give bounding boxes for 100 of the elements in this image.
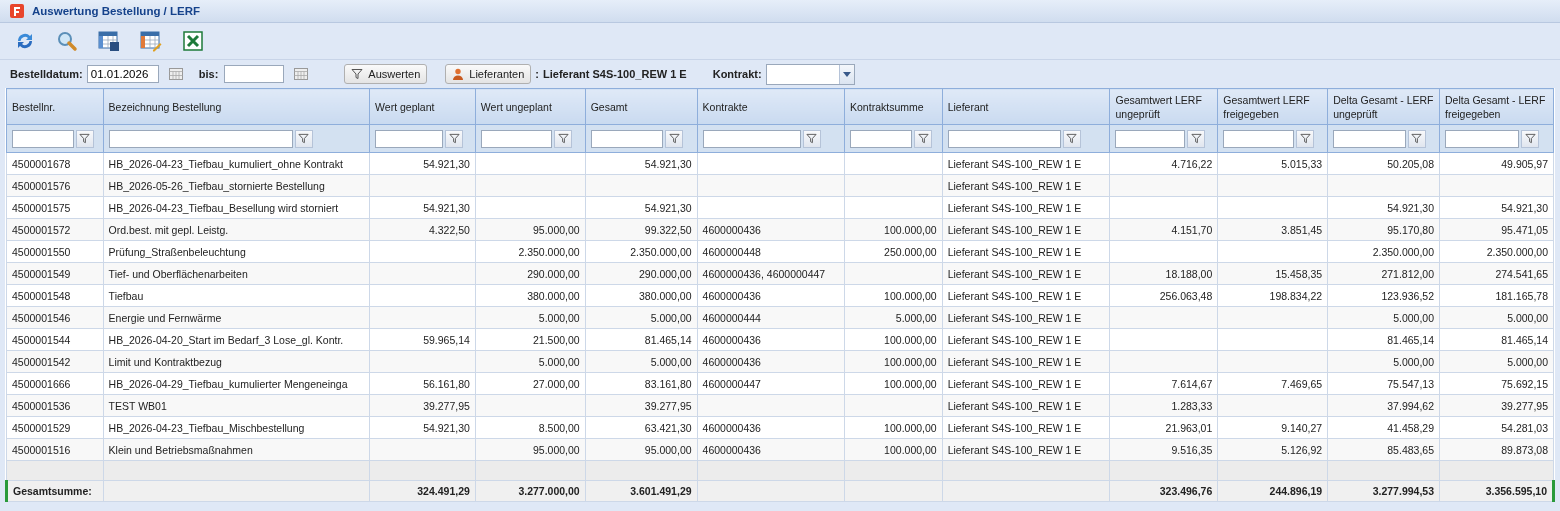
filter-button[interactable]: [1521, 129, 1540, 148]
funnel-icon: [1411, 133, 1423, 144]
table-cell: 4600000447: [702, 377, 761, 390]
table-cell: 5.000,00: [1507, 355, 1548, 368]
caret-icon: [842, 71, 851, 77]
filter-button[interactable]: [554, 129, 572, 148]
table-cell: 81.465,14: [644, 333, 692, 346]
column-header[interactable]: Wert geplant: [369, 88, 476, 125]
filter-button[interactable]: [1187, 129, 1206, 148]
table-cell: 274.541,65: [1495, 267, 1548, 280]
column-filter-field[interactable]: [12, 129, 74, 148]
table-cell: 41.458,29: [1387, 421, 1434, 434]
filter-button[interactable]: [914, 129, 933, 148]
table-cell: 63.421,30: [644, 421, 692, 434]
supplier-value: Lieferant S4S-100_REW 1 E: [543, 68, 687, 80]
filter-button[interactable]: [445, 129, 464, 148]
column-filter-field[interactable]: [702, 129, 801, 148]
evaluate-button[interactable]: Auswerten: [344, 64, 428, 84]
column-header[interactable]: Lieferant: [942, 88, 1110, 125]
column-filter-field[interactable]: [1445, 129, 1520, 148]
column-filter-field[interactable]: [850, 129, 913, 148]
search-icon[interactable]: [56, 30, 78, 52]
table-cell: 4500001666: [12, 377, 71, 390]
column-filter-field[interactable]: [375, 129, 444, 148]
table-cell: 27.000,00: [532, 377, 580, 390]
table-cell: 100.000,00: [884, 421, 937, 434]
table-cell: 4600000436: [702, 223, 761, 236]
table-cell: 54.921,30: [644, 157, 692, 170]
table-cell: 4500001542: [12, 355, 71, 368]
table-save-icon[interactable]: [98, 30, 120, 52]
column-filter-field[interactable]: [1115, 129, 1186, 148]
table-cell: 5.126,92: [1281, 443, 1323, 456]
table-cell: Lieferant S4S-100_REW 1 E: [947, 201, 1082, 214]
column-header[interactable]: Kontraktsumme: [844, 88, 943, 125]
spreadsheet-icon[interactable]: [182, 30, 204, 52]
window-title: Auswertung Bestellung / LERF: [32, 5, 201, 17]
column-header[interactable]: Delta Gesamt - LERF freigegeben: [1439, 88, 1554, 125]
calendar-icon[interactable]: [168, 68, 183, 80]
table-cell: 8.500,00: [538, 421, 580, 434]
date-from-field[interactable]: 01.01.2026: [86, 65, 159, 83]
separator-colon: :: [535, 68, 539, 80]
filter-button[interactable]: [75, 129, 94, 148]
date-to-field[interactable]: [224, 65, 285, 83]
column-filter-field[interactable]: [1223, 129, 1295, 148]
table-cell: 54.921,30: [423, 421, 470, 434]
column-filter-field[interactable]: [1333, 129, 1406, 148]
column-header[interactable]: Gesamt: [585, 88, 698, 125]
table-cell: Lieferant S4S-100_REW 1 E: [947, 355, 1082, 368]
table-cell: 100.000,00: [884, 289, 937, 302]
table-cell: 2.350.000,00: [630, 245, 692, 258]
column-filter-field[interactable]: [947, 129, 1061, 148]
total-cell: 324.491,29: [417, 485, 470, 497]
table-cell: Tief- und Oberflächenarbeiten: [108, 267, 248, 280]
person-icon: [452, 68, 465, 80]
table-cell: 85.483,65: [1387, 443, 1434, 456]
suppliers-button[interactable]: Lieferanten: [445, 64, 532, 84]
table-cell: HB_2026-04-20_Start im Bedarf_3 Lose_gl. Kontr.: [108, 333, 344, 346]
column-filter-field[interactable]: [108, 129, 293, 148]
table-cell: 21.963,01: [1165, 421, 1213, 434]
filter-button[interactable]: [1062, 129, 1081, 148]
app-logo-icon: [10, 4, 24, 18]
table-cell: 39.277,95: [1501, 399, 1548, 412]
column-header[interactable]: Kontrakte: [697, 88, 845, 125]
table-edit-icon[interactable]: [140, 30, 162, 52]
table-cell: Lieferant S4S-100_REW 1 E: [947, 377, 1082, 390]
column-header[interactable]: Wert ungeplant: [475, 88, 586, 125]
contract-dropdown[interactable]: [765, 63, 855, 85]
table-cell: 5.000,00: [1393, 311, 1434, 324]
order-date-label: Bestelldatum:: [10, 68, 83, 80]
table-cell: 271.812,00: [1381, 267, 1434, 280]
calendar-icon[interactable]: [294, 68, 309, 80]
column-header[interactable]: Gesamtwert LERF ungeprüft: [1110, 88, 1218, 125]
column-header[interactable]: Delta Gesamt - LERF ungeprüft: [1327, 88, 1440, 125]
filter-button[interactable]: [802, 129, 821, 148]
filter-button[interactable]: [294, 129, 313, 148]
table-cell: HB_2026-04-23_Tiefbau_Mischbestellung: [108, 421, 305, 434]
table-cell: 4600000436: [702, 443, 761, 456]
table-cell: 50.205,08: [1387, 157, 1434, 170]
column-filter-field[interactable]: [590, 129, 664, 148]
filter-button[interactable]: [1407, 129, 1426, 148]
funnel-icon: [79, 133, 91, 144]
column-header[interactable]: Gesamtwert LERF freigegeben: [1217, 88, 1328, 125]
filter-button[interactable]: [665, 129, 684, 148]
table-cell: 2.350.000,00: [1486, 245, 1548, 258]
table-cell: 95.170,80: [1387, 223, 1434, 236]
filter-button[interactable]: [1296, 129, 1315, 148]
table-cell: Lieferant S4S-100_REW 1 E: [947, 179, 1082, 192]
column-header[interactable]: Bezeichnung Bestellung: [103, 88, 370, 125]
table-cell: 4500001546: [12, 311, 71, 324]
table-cell: 9.516,35: [1171, 443, 1213, 456]
column-header[interactable]: Bestellnr.: [6, 88, 104, 125]
funnel-icon: [448, 133, 460, 144]
table-cell: 4600000436: [702, 333, 761, 346]
column-filter-field[interactable]: [480, 129, 552, 148]
funnel-icon: [1190, 133, 1202, 144]
table-cell: 18.188,00: [1165, 267, 1213, 280]
table-cell: Lieferant S4S-100_REW 1 E: [947, 245, 1082, 258]
table-cell: Lieferant S4S-100_REW 1 E: [947, 289, 1082, 302]
table-cell: 256.063,48: [1159, 289, 1213, 302]
total-cell: 3.356.595,10: [1485, 485, 1547, 497]
